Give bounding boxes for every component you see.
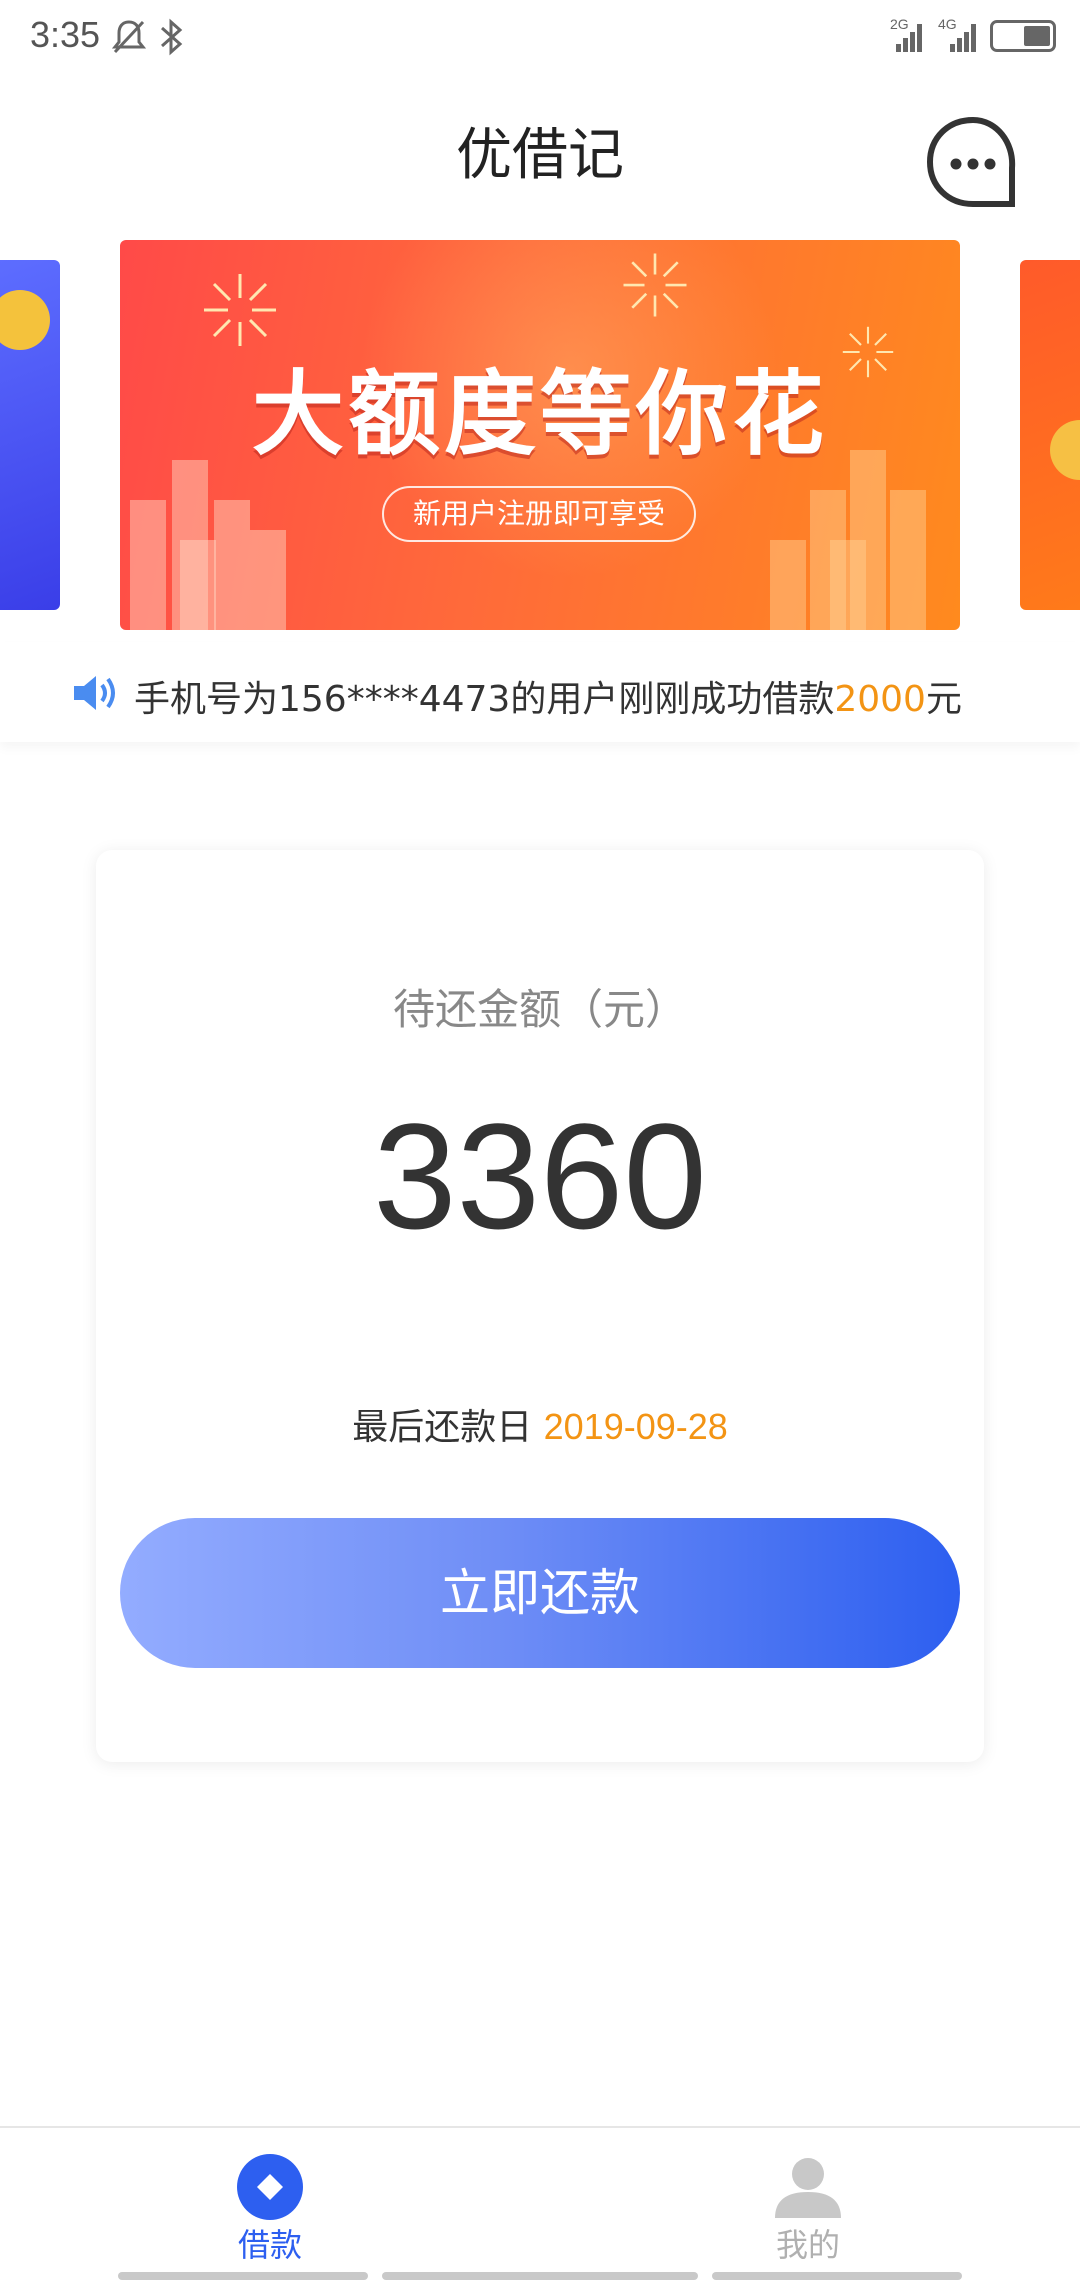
announcement-prefix: 手机号为156****4473的用户刚刚成功借款 bbox=[134, 679, 835, 720]
nav-segment bbox=[118, 2272, 368, 2280]
battery-icon bbox=[990, 20, 1056, 52]
tab-loan[interactable]: 借款 bbox=[170, 2128, 370, 2268]
bluetooth-icon bbox=[161, 18, 183, 56]
due-date-label: 最后还款日 bbox=[352, 1407, 544, 1448]
due-date-value: 2019-09-28 bbox=[543, 1406, 728, 1447]
due-date-row: 最后还款日 2019-09-28 bbox=[96, 1398, 984, 1450]
message-button[interactable] bbox=[918, 108, 1028, 218]
tab-loan-label: 借款 bbox=[237, 2226, 302, 2264]
network-2g-label: 2G bbox=[890, 16, 909, 32]
signal-2g-icon: 2G bbox=[890, 16, 934, 56]
nav-segment bbox=[712, 2272, 962, 2280]
announcement-text: 手机号为156****4473的用户刚刚成功借款2000元 bbox=[134, 670, 962, 722]
banner-subtitle: 新用户注册即可享受 bbox=[382, 486, 696, 542]
chat-bubble-icon bbox=[926, 116, 1016, 207]
tab-mine-label: 我的 bbox=[775, 2226, 840, 2264]
banner-slide[interactable]: 大额度等你花 新用户注册即可享受 bbox=[120, 240, 960, 630]
banner-title: 大额度等你花 bbox=[251, 361, 828, 468]
announcement-amount: 2000 bbox=[834, 679, 926, 720]
status-bar: 3:35 2G 4G bbox=[0, 0, 1080, 76]
network-4g-label: 4G bbox=[938, 16, 957, 32]
nav-segment bbox=[382, 2272, 698, 2280]
status-time: 3:35 bbox=[30, 14, 101, 55]
announcement-suffix: 元 bbox=[925, 679, 962, 720]
firework-icon bbox=[204, 274, 276, 346]
amount-due-value: 3360 bbox=[373, 1092, 707, 1260]
tab-mine[interactable]: 我的 bbox=[708, 2128, 908, 2268]
bottom-tab-bar: 借款 我的 bbox=[0, 2126, 1080, 2282]
loan-diamond-icon bbox=[237, 2154, 303, 2220]
firework-icon bbox=[623, 253, 687, 317]
title-bar: 优借记 bbox=[0, 76, 1080, 212]
mute-bell-icon bbox=[112, 20, 146, 54]
user-profile-icon bbox=[775, 2158, 841, 2218]
repayment-card: 待还金额（元） 3360 最后还款日 2019-09-28 立即还款 bbox=[96, 850, 984, 1762]
banner-prev-slide[interactable] bbox=[0, 260, 60, 610]
banner-next-slide[interactable] bbox=[1020, 260, 1080, 610]
signal-4g-icon: 4G bbox=[938, 16, 988, 56]
repay-now-button[interactable]: 立即还款 bbox=[120, 1518, 960, 1668]
announcement-bar: 手机号为156****4473的用户刚刚成功借款2000元 bbox=[0, 642, 1080, 742]
speaker-icon bbox=[74, 676, 115, 710]
amount-due-label: 待还金额（元） bbox=[392, 985, 687, 1034]
